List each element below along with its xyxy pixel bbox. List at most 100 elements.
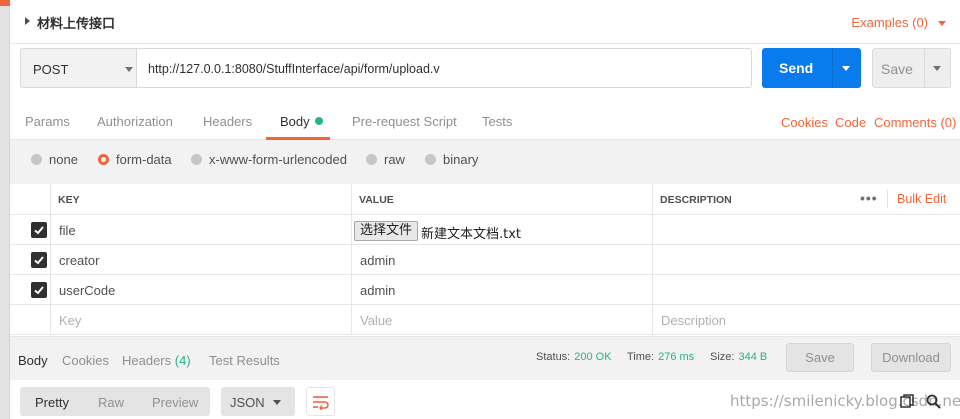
table-row: userCode admin	[10, 275, 960, 305]
key-cell[interactable]: file	[51, 215, 352, 244]
wrap-lines-icon	[313, 396, 329, 410]
value-placeholder: Value	[360, 313, 393, 328]
checkbox-checked-icon[interactable]	[31, 252, 47, 268]
url-value: http://127.0.0.1:8080/StuffInterface/api…	[148, 62, 440, 76]
view-pretty[interactable]: Pretty	[35, 395, 69, 410]
cookies-link[interactable]: Cookies	[781, 115, 828, 130]
request-panel: 材料上传接口 Examples (0) POST http://127.0.0.…	[10, 0, 960, 419]
view-raw[interactable]: Raw	[98, 395, 124, 410]
tab-authorization[interactable]: Authorization	[97, 114, 173, 129]
value-text: admin	[360, 253, 396, 268]
tab-params[interactable]: Params	[25, 114, 70, 129]
send-button[interactable]: Send	[762, 48, 861, 88]
table-row: creator admin	[10, 245, 960, 275]
tab-label: Headers	[122, 353, 172, 368]
request-name[interactable]: 材料上传接口	[37, 13, 115, 32]
description-cell[interactable]	[653, 275, 960, 304]
request-title-bar: 材料上传接口 Examples (0)	[10, 0, 960, 44]
size-label: Size:	[710, 351, 735, 363]
column-label: DESCRIPTION	[660, 194, 732, 206]
value-cell[interactable]: admin	[352, 275, 653, 304]
tab-body-label: Body	[280, 114, 310, 129]
key-placeholder: Key	[59, 313, 82, 328]
column-label: VALUE	[359, 194, 394, 206]
view-preview[interactable]: Preview	[152, 395, 198, 410]
file-name: 新建文本文档.txt	[421, 227, 522, 242]
checkbox-checked-icon[interactable]	[31, 282, 47, 298]
method-label: POST	[33, 62, 69, 77]
key-cell[interactable]: userCode	[51, 275, 352, 304]
request-tabs: Params Authorization Headers Body Pre-re…	[10, 104, 960, 140]
row-checkbox-cell	[10, 275, 51, 304]
table-row: file 选择文件 新建文本文档.txt	[10, 215, 960, 245]
save-response-button[interactable]: Save	[786, 343, 854, 372]
radio-none[interactable]: none	[31, 152, 78, 167]
download-button[interactable]: Download	[871, 343, 951, 372]
tab-response-body[interactable]: Body	[18, 353, 48, 368]
tab-response-cookies[interactable]: Cookies	[62, 353, 109, 368]
search-icon[interactable]	[926, 394, 941, 409]
size-info: Size: 344 B	[710, 351, 767, 363]
time-info: Time: 276 ms	[627, 351, 694, 363]
tab-body[interactable]: Body	[280, 114, 323, 129]
tab-tests[interactable]: Tests	[482, 114, 512, 129]
tab-headers[interactable]: Headers	[203, 114, 252, 129]
key-value: userCode	[59, 283, 116, 298]
header-value: VALUE	[352, 184, 653, 214]
radio-form-data[interactable]: form-data	[98, 152, 172, 167]
tab-pre-request-script[interactable]: Pre-request Script	[352, 114, 457, 129]
tab-response-headers[interactable]: Headers (4)	[122, 353, 191, 368]
time-label: Time:	[627, 351, 655, 363]
tab-test-results[interactable]: Test Results	[209, 353, 280, 368]
response-toolbar: Pretty Raw Preview JSON https://smilenic…	[10, 380, 960, 419]
choose-file-button[interactable]: 选择文件	[354, 221, 419, 241]
radio-circle-icon	[425, 154, 436, 165]
chevron-down-icon[interactable]	[933, 66, 941, 71]
copy-icon[interactable]	[900, 394, 914, 408]
view-mode-toggle: Pretty Raw Preview	[20, 387, 210, 416]
value-text: admin	[360, 283, 396, 298]
comments-link[interactable]: Comments (0)	[874, 115, 956, 130]
value-input[interactable]: Value	[352, 305, 653, 334]
format-select[interactable]: JSON	[221, 387, 295, 416]
header-checkbox-col	[10, 184, 51, 214]
chevron-down-icon[interactable]	[842, 66, 850, 71]
description-input[interactable]: Description	[653, 305, 960, 334]
row-checkbox-cell	[10, 305, 51, 334]
chevron-down-icon[interactable]	[938, 21, 946, 26]
code-link[interactable]: Code	[835, 115, 866, 130]
radio-label: form-data	[116, 152, 172, 167]
chevron-down-icon	[125, 67, 133, 72]
time-value: 276 ms	[658, 351, 695, 363]
url-input[interactable]: http://127.0.0.1:8080/StuffInterface/api…	[136, 48, 752, 88]
more-horizontal-icon[interactable]: •••	[860, 190, 878, 206]
radio-label: x-www-form-urlencoded	[209, 152, 347, 167]
chevron-right-icon[interactable]	[25, 17, 30, 25]
checkbox-checked-icon[interactable]	[31, 222, 47, 238]
key-value: file	[59, 223, 76, 238]
radio-raw[interactable]: raw	[366, 152, 405, 167]
radio-binary[interactable]: binary	[425, 152, 478, 167]
size-value: 344 B	[738, 351, 768, 363]
status-info: Status: 200 OK	[536, 351, 612, 363]
value-cell[interactable]: admin	[352, 245, 653, 274]
send-label: Send	[779, 60, 814, 76]
save-button[interactable]: Save	[872, 48, 951, 88]
bulk-edit-link[interactable]: Bulk Edit	[897, 192, 946, 206]
column-label: KEY	[58, 194, 80, 206]
response-bar: Body Cookies Headers (4) Test Results St…	[10, 336, 960, 380]
table-header: KEY VALUE DESCRIPTION ••• Bulk Edit	[10, 184, 960, 215]
wrap-lines-button[interactable]	[306, 387, 335, 416]
key-input[interactable]: Key	[51, 305, 352, 334]
description-cell[interactable]	[653, 245, 960, 274]
method-select[interactable]: POST	[20, 48, 146, 88]
key-cell[interactable]: creator	[51, 245, 352, 274]
status-value: 200 OK	[574, 351, 612, 363]
examples-link[interactable]: Examples (0)	[851, 15, 928, 30]
status-dot-icon	[314, 117, 323, 125]
description-cell[interactable]	[653, 215, 960, 244]
table-row-empty: Key Value Description	[10, 305, 960, 335]
radio-x-www-form-urlencoded[interactable]: x-www-form-urlencoded	[191, 152, 347, 167]
radio-circle-icon	[366, 154, 377, 165]
row-checkbox-cell	[10, 245, 51, 274]
